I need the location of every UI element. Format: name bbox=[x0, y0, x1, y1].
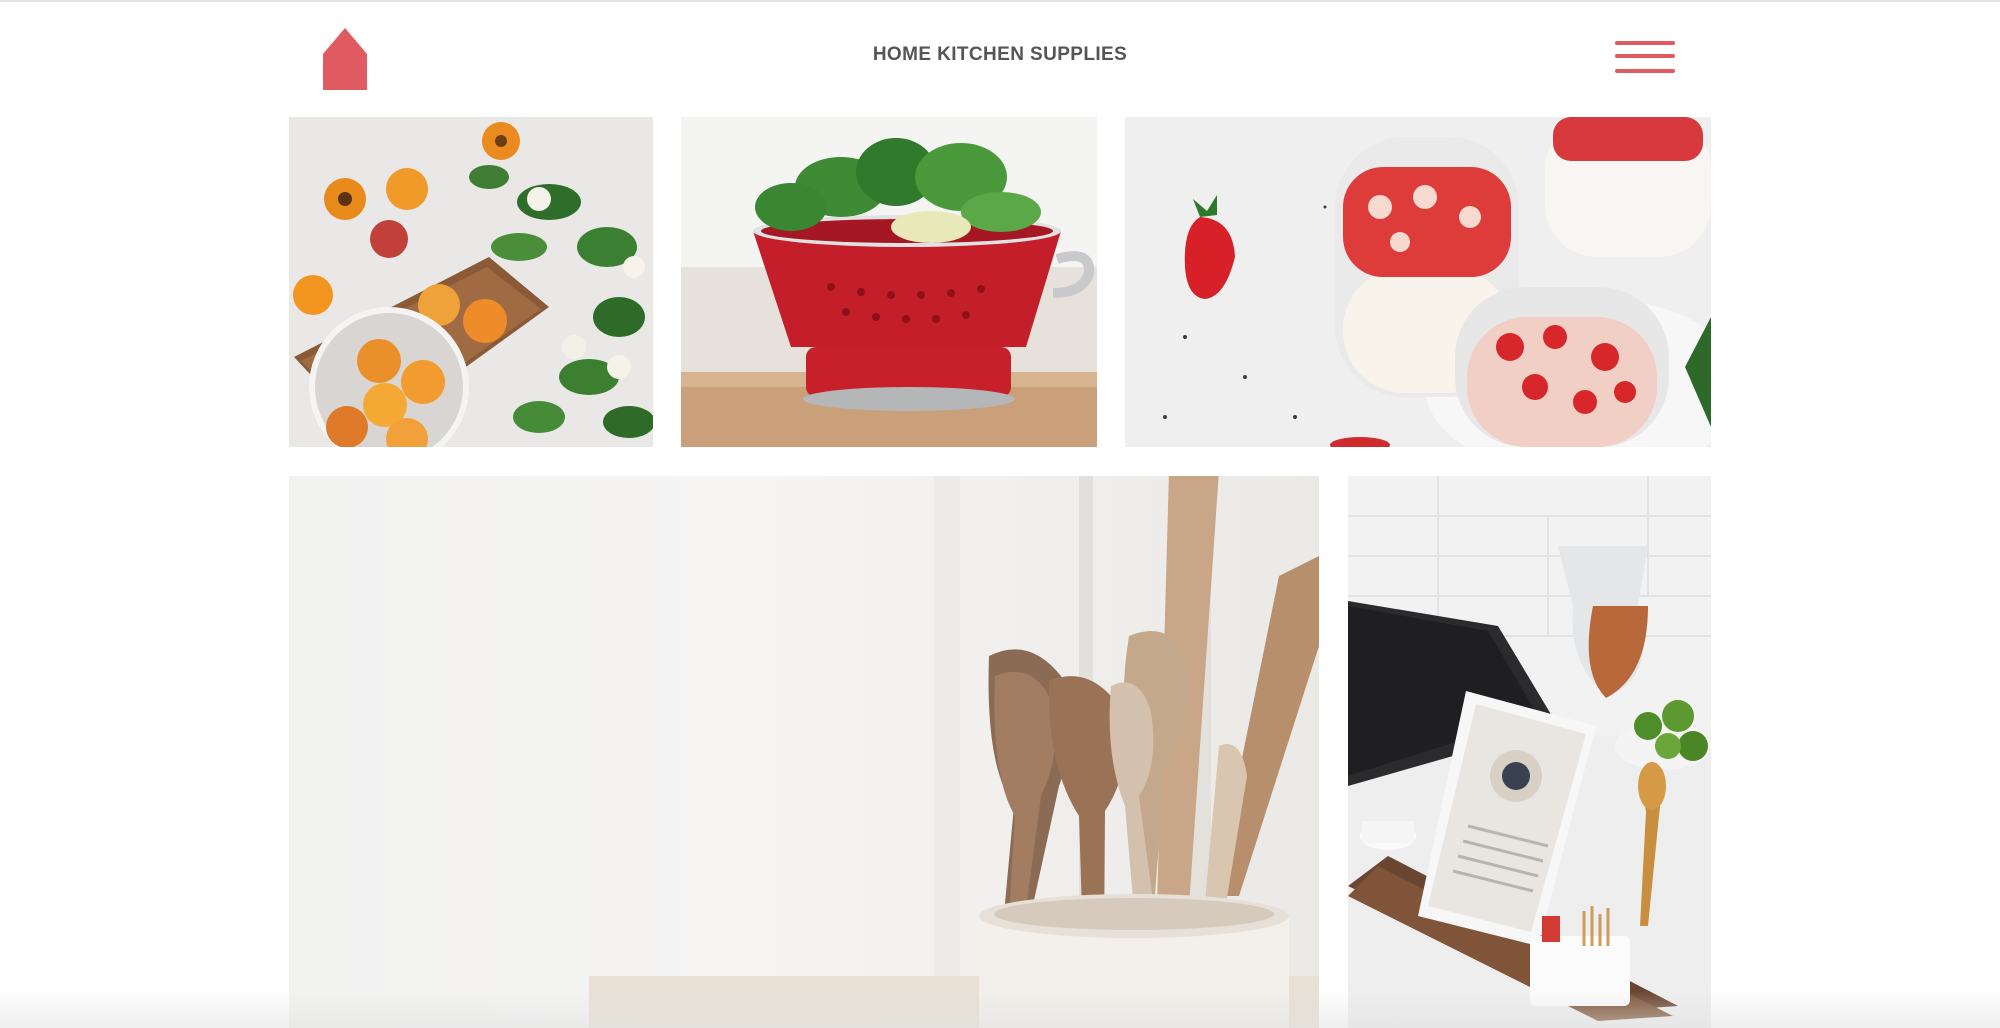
menu-bar bbox=[1615, 54, 1675, 58]
gallery-image-yogurt-jars[interactable] bbox=[1125, 117, 1711, 447]
hamburger-menu-icon[interactable] bbox=[1615, 41, 1675, 77]
menu-bar bbox=[1615, 69, 1675, 73]
gallery-image-colander[interactable] bbox=[681, 117, 1097, 447]
gallery-image-tablet-counter[interactable] bbox=[1348, 476, 1711, 1028]
gallery-image-wooden-spoons[interactable] bbox=[289, 476, 1319, 1028]
site-header: HOME KITCHEN SUPPLIES bbox=[289, 0, 1711, 117]
menu-bar bbox=[1615, 41, 1675, 45]
site-title: HOME KITCHEN SUPPLIES bbox=[872, 44, 1128, 65]
gallery-image-apricots[interactable] bbox=[289, 117, 653, 447]
